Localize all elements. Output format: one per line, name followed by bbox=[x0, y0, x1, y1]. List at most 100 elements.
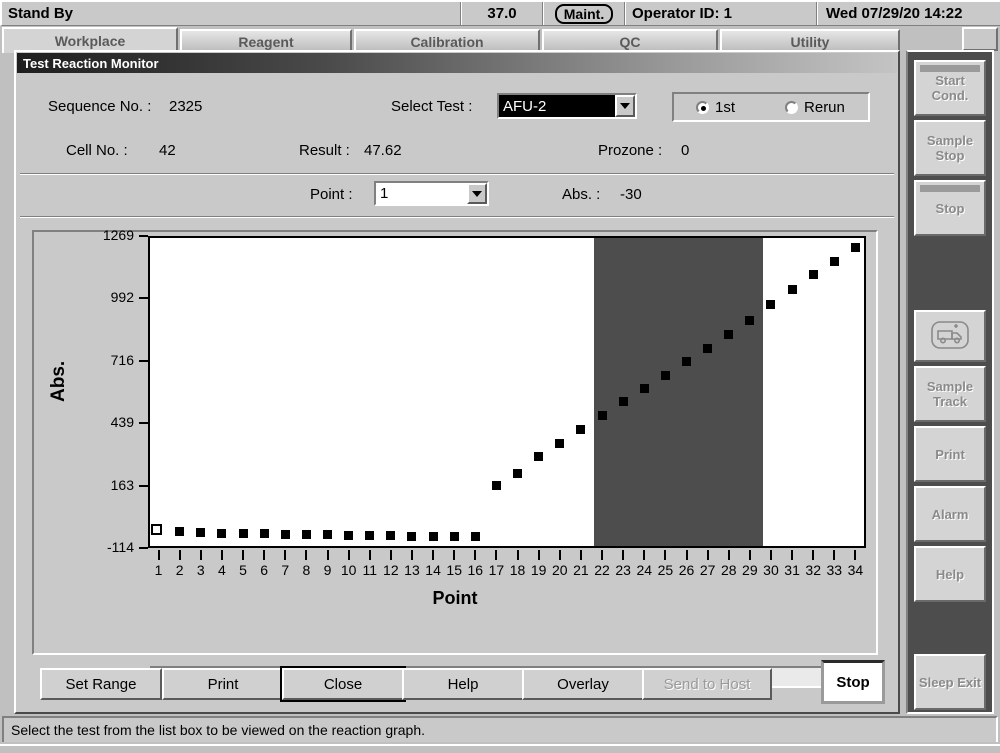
data-point[interactable] bbox=[407, 531, 417, 541]
print-button[interactable]: Print bbox=[162, 668, 284, 700]
sequence-no-label: Sequence No. : bbox=[48, 98, 152, 115]
prozone-value: 0 bbox=[681, 142, 690, 159]
data-point[interactable] bbox=[597, 411, 607, 421]
x-tick-mark bbox=[368, 550, 371, 560]
datetime-display: Wed 07/29/20 14:22 bbox=[826, 5, 963, 22]
data-point[interactable] bbox=[639, 384, 649, 394]
y-tick-label: 1269 bbox=[102, 227, 134, 243]
overlay-button[interactable]: Overlay bbox=[522, 668, 644, 700]
radio-1st[interactable]: 1st bbox=[696, 99, 735, 116]
data-point[interactable] bbox=[850, 243, 860, 253]
data-point[interactable] bbox=[280, 529, 290, 539]
data-point[interactable] bbox=[576, 425, 586, 435]
data-point[interactable] bbox=[682, 357, 691, 367]
x-tick-mark bbox=[326, 550, 329, 560]
data-point[interactable] bbox=[470, 532, 480, 542]
x-tick-mark bbox=[389, 550, 392, 560]
select-test-combobox[interactable]: AFU-2 bbox=[497, 93, 637, 119]
chevron-down-icon[interactable] bbox=[615, 95, 635, 117]
sidebar-item-sample-stop[interactable]: Sample Stop bbox=[914, 120, 986, 176]
point-combobox[interactable]: 1 bbox=[374, 181, 489, 206]
cell-no-label: Cell No. : bbox=[66, 142, 128, 159]
stop-button[interactable]: Stop bbox=[821, 660, 885, 704]
y-tick-mark bbox=[139, 359, 148, 362]
data-point[interactable] bbox=[555, 438, 565, 448]
data-point[interactable] bbox=[259, 529, 269, 539]
data-point-selected[interactable] bbox=[151, 523, 163, 535]
app-root: Stand By 37.0 Maint. Operator ID: 1 Wed … bbox=[0, 0, 1000, 753]
dialog-title: Test Reaction Monitor bbox=[17, 53, 897, 73]
radio-1st-label: 1st bbox=[715, 98, 736, 116]
maintenance-label: Maint. bbox=[554, 3, 614, 24]
radio-rerun[interactable]: Rerun bbox=[785, 99, 845, 116]
sidebar-item-ambulance[interactable] bbox=[914, 310, 986, 362]
x-tick-mark bbox=[833, 550, 836, 560]
x-tick-mark bbox=[706, 550, 709, 560]
data-point[interactable] bbox=[660, 370, 670, 380]
radio-1st-dot bbox=[696, 100, 709, 114]
y-tick-label: -114 bbox=[107, 539, 134, 555]
sidebar-item-sleep-exit[interactable]: Sleep Exit bbox=[914, 654, 986, 710]
data-point[interactable] bbox=[513, 469, 523, 479]
x-axis-title: Point bbox=[432, 588, 478, 608]
plot-area[interactable] bbox=[148, 236, 866, 548]
tab-overflow-button[interactable] bbox=[962, 27, 998, 51]
data-point[interactable] bbox=[787, 285, 797, 295]
sidebar-item-alarm[interactable]: Alarm bbox=[914, 486, 986, 542]
data-point[interactable] bbox=[829, 256, 839, 266]
data-point[interactable] bbox=[323, 530, 332, 540]
data-point[interactable] bbox=[175, 527, 185, 537]
set-range-button[interactable]: Set Range bbox=[40, 668, 162, 700]
sidebar-item-stop[interactable]: Stop bbox=[914, 180, 986, 236]
divider-2 bbox=[20, 216, 894, 218]
data-point[interactable] bbox=[724, 330, 734, 340]
data-point[interactable] bbox=[386, 531, 396, 541]
maintenance-indicator[interactable]: Maint. bbox=[544, 2, 624, 25]
sidebar-item-stop-label: Stop bbox=[935, 200, 965, 216]
data-point[interactable] bbox=[344, 530, 354, 540]
x-tick-mark bbox=[242, 550, 245, 560]
y-tick-mark bbox=[139, 547, 148, 549]
sidebar-item-start-cond[interactable]: Start Cond. bbox=[914, 60, 986, 116]
data-point[interactable] bbox=[491, 481, 501, 491]
window-bottom-edge bbox=[0, 744, 1000, 753]
data-point[interactable] bbox=[449, 531, 459, 541]
data-point[interactable] bbox=[703, 343, 713, 353]
data-point[interactable] bbox=[618, 396, 628, 406]
x-tick-label: 34 bbox=[847, 562, 864, 578]
data-point[interactable] bbox=[766, 299, 776, 309]
reaction-chart[interactable]: -114 163 439 716 992 1269 1 2 3 4 5 6 7 8 9 10 11 12 13 14 1… bbox=[34, 227, 876, 653]
sidebar-item-sample-track[interactable]: Sample Track bbox=[914, 366, 986, 422]
data-point[interactable] bbox=[301, 529, 311, 539]
sidebar-item-help-label: Help bbox=[935, 566, 965, 582]
close-button[interactable]: Close bbox=[280, 666, 406, 702]
test-reaction-monitor-dialog: Test Reaction Monitor Sequence No. : 232… bbox=[14, 50, 900, 714]
sidebar-item-help[interactable]: Help bbox=[914, 546, 986, 602]
data-point[interactable] bbox=[238, 529, 248, 539]
x-tick-mark bbox=[410, 550, 413, 560]
top-status-bar: Stand By 37.0 Maint. Operator ID: 1 Wed … bbox=[0, 0, 1000, 26]
point-value: 1 bbox=[380, 185, 389, 202]
x-tick-mark bbox=[748, 550, 751, 560]
sidebar-item-print[interactable]: Print bbox=[914, 426, 986, 482]
run-mode-radio-group: 1st Rerun bbox=[672, 92, 870, 122]
data-point[interactable] bbox=[808, 270, 818, 280]
data-point[interactable] bbox=[365, 530, 375, 540]
x-tick-mark bbox=[558, 550, 561, 560]
data-point[interactable] bbox=[428, 531, 438, 541]
radio-rerun-dot bbox=[785, 100, 799, 114]
chevron-down-icon-point[interactable] bbox=[467, 183, 487, 204]
data-point[interactable] bbox=[534, 452, 544, 462]
help-button[interactable]: Help bbox=[402, 668, 524, 700]
data-point[interactable] bbox=[217, 528, 227, 538]
sidebar-item-sample-stop-label: Sample Stop bbox=[926, 133, 974, 163]
select-test-label: Select Test : bbox=[391, 98, 473, 115]
x-tick-mark bbox=[305, 550, 308, 560]
radio-rerun-label: Rerun bbox=[804, 98, 845, 116]
y-tick-mark bbox=[139, 235, 148, 237]
stop-cap bbox=[920, 185, 980, 192]
y-tick-label: 163 bbox=[110, 476, 134, 493]
data-point[interactable] bbox=[745, 315, 755, 325]
result-value: 47.62 bbox=[364, 142, 402, 159]
data-point[interactable] bbox=[196, 528, 206, 538]
